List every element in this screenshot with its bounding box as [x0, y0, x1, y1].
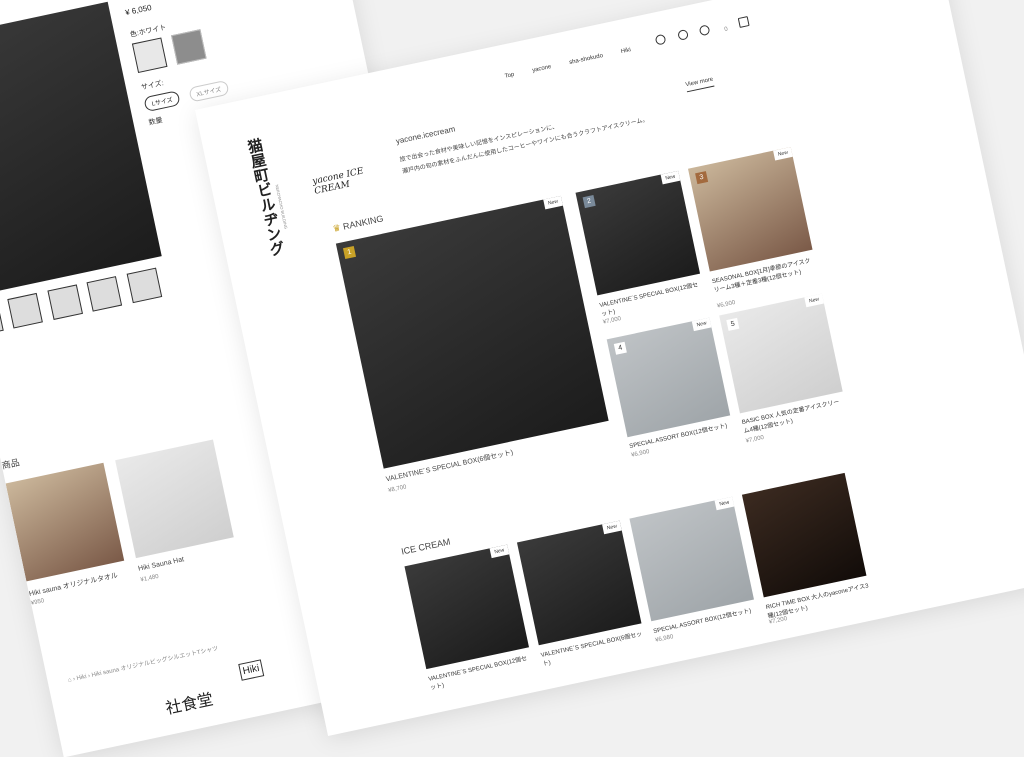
- product-card-image[interactable]: New: [516, 520, 642, 646]
- rank-badge: 4: [613, 341, 627, 355]
- color-swatch-gray[interactable]: [171, 29, 208, 65]
- new-badge: New: [773, 146, 793, 161]
- product-price: ¥6,980: [654, 634, 675, 644]
- rank-badge: 5: [726, 317, 740, 331]
- product-card-image[interactable]: New: [404, 544, 530, 670]
- product-card-image[interactable]: [741, 472, 867, 598]
- ranking-title: RANKING: [342, 213, 385, 232]
- shop-name: yacone.icecream: [394, 124, 457, 146]
- nav-item-top[interactable]: Top: [504, 72, 515, 80]
- product-card-image[interactable]: 4 New: [606, 317, 731, 438]
- footer-logo-shashokudo[interactable]: 社食堂: [163, 685, 215, 718]
- account-icon[interactable]: [676, 29, 689, 41]
- thumbnail[interactable]: [86, 276, 123, 312]
- new-badge: New: [489, 544, 510, 559]
- thumbnail[interactable]: [126, 267, 163, 304]
- product-card-image[interactable]: 2 New: [575, 170, 701, 296]
- ranking-heading: ♛ RANKING: [332, 213, 385, 234]
- related-item-price: ¥950: [30, 598, 45, 607]
- thumbnail[interactable]: [47, 284, 83, 321]
- product-card-image[interactable]: 5 New: [719, 293, 843, 414]
- product-price: ¥6,900: [716, 299, 736, 310]
- new-badge: New: [691, 317, 712, 332]
- rank-badge: 2: [582, 195, 596, 209]
- footer-logo-hiki[interactable]: Hiki: [238, 659, 264, 681]
- view-more-link[interactable]: View more: [684, 76, 715, 93]
- nav-item-sha-shokudo[interactable]: sha-shokudo: [569, 53, 604, 66]
- product-price: ¥ 6,050: [124, 2, 153, 18]
- product-price: ¥7,000: [745, 434, 765, 445]
- breadcrumb: ⌂ › Hiki › Hiki sauna オリジナルビッグシルエットTシャツ: [67, 646, 219, 684]
- product-price: ¥6,900: [630, 449, 651, 459]
- related-item-photo[interactable]: [5, 462, 125, 582]
- cart-count: 0: [723, 26, 729, 34]
- shop-description: 瀬戸内の旬の素材をふんだんに使用したコーヒーやワインにも合うクラフトアイスクリー…: [401, 117, 649, 176]
- new-badge: New: [543, 195, 563, 210]
- product-card-image[interactable]: 1 New: [335, 195, 609, 469]
- rank-badge: 1: [342, 245, 357, 260]
- new-badge: New: [602, 520, 622, 535]
- main-nav: Top yacone sha-shokudo Hiki 0: [502, 13, 751, 83]
- nav-item-yacone[interactable]: yacone: [532, 64, 552, 74]
- related-item-price: ¥1,480: [140, 573, 160, 584]
- product-price: ¥7,000: [602, 316, 622, 326]
- new-badge: New: [660, 170, 681, 185]
- ice-cream-heading: ICE CREAM: [400, 536, 452, 557]
- crown-icon: ♛: [331, 222, 342, 234]
- breadcrumb-link[interactable]: Hiki: [76, 674, 87, 682]
- related-heading: 商品: [0, 457, 21, 471]
- color-swatch-white[interactable]: [131, 37, 168, 74]
- new-badge: New: [714, 496, 735, 511]
- product-price: ¥8,700: [387, 484, 408, 495]
- product-card-image[interactable]: 3 New: [687, 146, 813, 272]
- thumbnail[interactable]: [0, 301, 4, 337]
- related-item-name[interactable]: Hiki Sauna Hat: [138, 556, 185, 573]
- rank-badge: 3: [695, 171, 709, 185]
- quantity-label: 数量: [148, 117, 164, 127]
- home-icon[interactable]: ⌂: [67, 677, 72, 684]
- new-badge: New: [804, 293, 824, 308]
- cart-icon[interactable]: [738, 15, 750, 28]
- shop-logo: yacone ICE CREAM: [311, 166, 365, 197]
- nav-item-hiki[interactable]: Hiki: [620, 47, 631, 55]
- size-option-xl[interactable]: XLサイズ: [187, 79, 230, 103]
- breadcrumb-current: Hiki sauna オリジナルビッグシルエットTシャツ: [91, 646, 219, 679]
- related-item-photo[interactable]: [115, 439, 234, 559]
- search-icon[interactable]: [654, 33, 667, 46]
- size-option-l[interactable]: Lサイズ: [143, 90, 181, 113]
- heart-icon[interactable]: [698, 24, 711, 37]
- thumbnail[interactable]: [7, 292, 44, 329]
- shop-page: Top yacone sha-shokudo Hiki 0 猫屋町ビルヂング N…: [195, 0, 1024, 737]
- product-card-image[interactable]: New: [629, 496, 754, 622]
